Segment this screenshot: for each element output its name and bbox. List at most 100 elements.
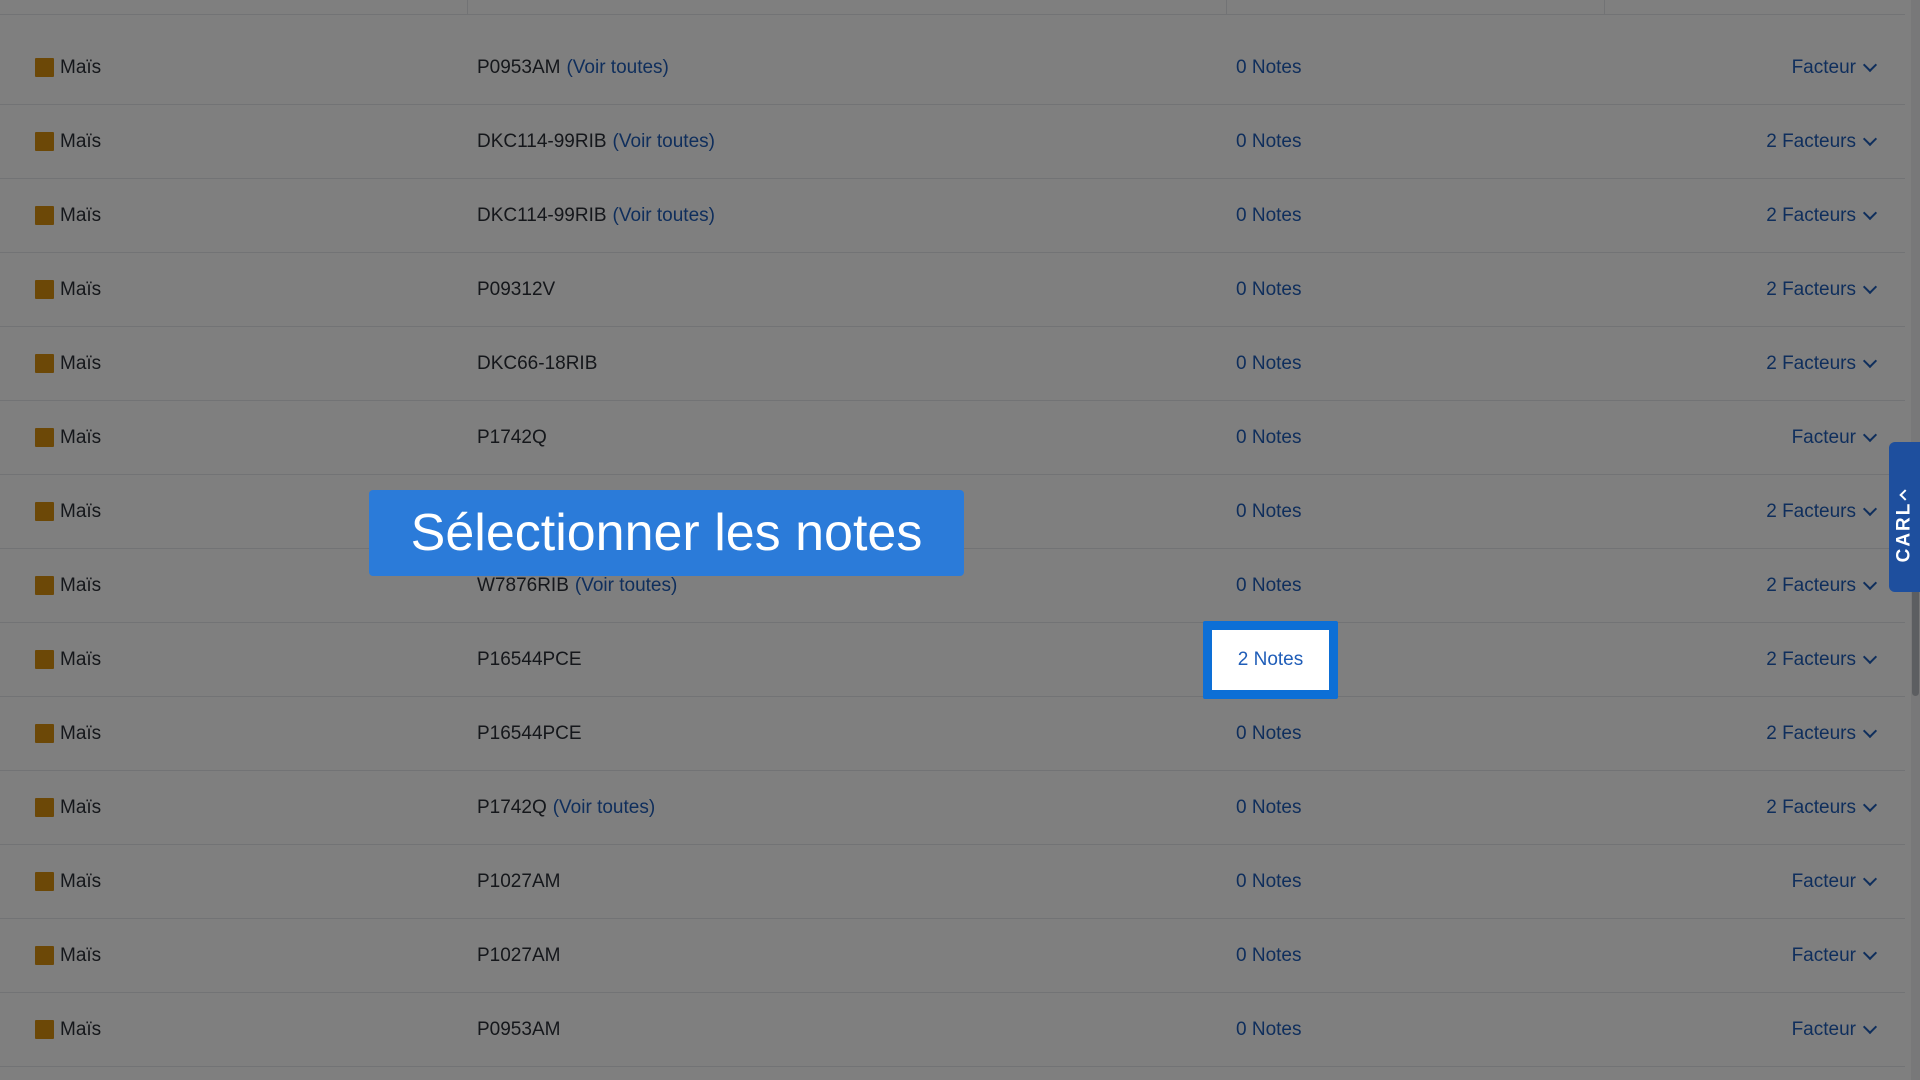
factor-dropdown[interactable]: 2 Facteurs	[1766, 549, 1878, 622]
table-row: Maïs P1742Q (Voir toutes) 0 Notes 2 Facteurs	[0, 771, 1905, 845]
factor-label: Facteur	[1791, 56, 1856, 78]
carl-side-tab[interactable]: CARL	[1889, 442, 1920, 592]
crop-cell: Maïs	[35, 31, 101, 104]
see-all-link[interactable]: (Voir toutes)	[613, 205, 715, 227]
factor-label: 2 Facteurs	[1766, 574, 1856, 596]
crop-color-swatch	[35, 946, 54, 965]
crop-name: Maïs	[60, 278, 102, 300]
table-row: Maïs DKC114-99RIB (Voir toutes) 0 Notes 2 Fa…	[0, 105, 1905, 179]
notes-link[interactable]: 0 Notes	[1236, 475, 1301, 548]
table-row: Maïs P09312V 0 Notes 2 Facteurs	[0, 253, 1905, 327]
crop-name: Maïs	[60, 352, 102, 374]
variety-cell: P16544PCE	[477, 623, 582, 696]
notes-link[interactable]: 0 Notes	[1236, 771, 1301, 844]
notes-link[interactable]: 0 Notes	[1236, 993, 1301, 1066]
table-header	[0, 0, 1905, 15]
column-divider	[1604, 0, 1605, 14]
crop-name: Maïs	[60, 500, 102, 522]
variety-cell: DKC114-99RIB (Voir toutes)	[477, 105, 715, 178]
crop-color-swatch	[35, 798, 54, 817]
crop-color-swatch	[35, 1020, 54, 1039]
crop-color-swatch	[35, 58, 54, 77]
factor-label: Facteur	[1791, 944, 1856, 966]
chevron-down-icon	[1862, 797, 1878, 813]
crop-name: Maïs	[60, 944, 102, 966]
notes-link[interactable]: 0 Notes	[1236, 179, 1301, 252]
scrollbar-thumb[interactable]	[1912, 588, 1919, 696]
chevron-down-icon	[1862, 575, 1878, 591]
notes-link[interactable]: 0 Notes	[1236, 845, 1301, 918]
chevron-down-icon	[1862, 649, 1878, 665]
variety-name: P1027AM	[477, 870, 561, 892]
factor-dropdown[interactable]: Facteur	[1791, 919, 1878, 992]
table-row: Maïs DKC66-18RIB 0 Notes 2 Facteurs	[0, 327, 1905, 401]
factor-dropdown[interactable]: 2 Facteurs	[1766, 327, 1878, 400]
notes-link[interactable]: 0 Notes	[1236, 31, 1301, 104]
variety-cell: DKC66-18RIB	[477, 327, 597, 400]
crop-cell: Maïs	[35, 993, 101, 1066]
crop-cell: Maïs	[35, 179, 101, 252]
chevron-down-icon	[1862, 279, 1878, 295]
crop-color-swatch	[35, 650, 54, 669]
column-divider	[1226, 0, 1227, 14]
crop-color-swatch	[35, 354, 54, 373]
variety-cell: P1742Q	[477, 401, 547, 474]
factor-dropdown[interactable]: 2 Facteurs	[1766, 771, 1878, 844]
factor-dropdown[interactable]: 2 Facteurs	[1766, 253, 1878, 326]
variety-name: P1742Q	[477, 426, 547, 448]
factor-dropdown[interactable]: 2 Facteurs	[1766, 179, 1878, 252]
crop-cell: Maïs	[35, 919, 101, 992]
app-window: Maïs P0953AM (Voir toutes) 0 Notes Facteur Ma…	[0, 0, 1920, 1080]
variety-name: P16544PCE	[477, 722, 582, 744]
factor-dropdown[interactable]: 2 Facteurs	[1766, 475, 1878, 548]
table-row: Maïs P0953AM (Voir toutes) 0 Notes Facteur	[0, 31, 1905, 105]
highlighted-notes-cell[interactable]: 2 Notes	[1203, 621, 1338, 699]
crop-name: Maïs	[60, 648, 102, 670]
chevron-down-icon	[1862, 723, 1878, 739]
notes-link[interactable]: 0 Notes	[1236, 253, 1301, 326]
factor-dropdown[interactable]: 2 Facteurs	[1766, 105, 1878, 178]
notes-link[interactable]: 0 Notes	[1236, 549, 1301, 622]
crop-cell: Maïs	[35, 475, 101, 548]
variety-name: P09312V	[477, 278, 556, 300]
factor-dropdown[interactable]: 2 Facteurs	[1766, 623, 1878, 696]
see-all-link[interactable]: (Voir toutes)	[553, 797, 655, 819]
table-row: Maïs P16544PCE 0 Notes 2 Facteurs	[0, 697, 1905, 771]
factor-dropdown[interactable]: Facteur	[1791, 993, 1878, 1066]
variety-cell: P1027AM	[477, 919, 560, 992]
see-all-link[interactable]: (Voir toutes)	[613, 131, 715, 153]
crop-cell: Maïs	[35, 845, 101, 918]
variety-name: P1027AM	[477, 944, 561, 966]
crop-name: Maïs	[60, 796, 102, 818]
variety-name: P1742Q	[477, 796, 547, 818]
variety-cell: P1027AM	[477, 845, 560, 918]
crop-name: Maïs	[60, 426, 102, 448]
factor-dropdown[interactable]: 2 Facteurs	[1766, 697, 1878, 770]
notes-link[interactable]: 0 Notes	[1236, 105, 1301, 178]
notes-link[interactable]: 0 Notes	[1236, 401, 1301, 474]
factor-label: 2 Facteurs	[1766, 648, 1856, 670]
variety-cell: DKC114-99RIB (Voir toutes)	[477, 179, 715, 252]
factor-label: 2 Facteurs	[1766, 204, 1856, 226]
notes-link[interactable]: 0 Notes	[1236, 919, 1301, 992]
see-all-link[interactable]: (Voir toutes)	[575, 575, 677, 597]
see-all-link[interactable]: (Voir toutes)	[566, 57, 668, 79]
crop-cell: Maïs	[35, 105, 101, 178]
factor-label: 2 Facteurs	[1766, 796, 1856, 818]
notes-button-highlighted[interactable]: 2 Notes	[1212, 630, 1329, 690]
chevron-down-icon	[1862, 57, 1878, 73]
factor-dropdown[interactable]: Facteur	[1791, 31, 1878, 104]
notes-link[interactable]: 0 Notes	[1236, 697, 1301, 770]
table-row: Maïs P16544PCE 2 Notes 2 Facteurs	[0, 623, 1905, 697]
factor-dropdown[interactable]: Facteur	[1792, 845, 1878, 918]
notes-link[interactable]: 0 Notes	[1236, 327, 1301, 400]
factor-dropdown[interactable]: Facteur	[1792, 401, 1878, 474]
crop-name: Maïs	[60, 870, 102, 892]
chevron-down-icon	[1862, 205, 1878, 221]
crop-color-swatch	[35, 132, 54, 151]
crop-name: Maïs	[60, 130, 102, 152]
variety-cell: P09312V	[477, 253, 555, 326]
table-row: Maïs P1027AM 0 Notes Facteur	[0, 919, 1905, 993]
variety-name: P0953AM	[477, 56, 561, 78]
factor-label: Facteur	[1791, 1018, 1856, 1040]
